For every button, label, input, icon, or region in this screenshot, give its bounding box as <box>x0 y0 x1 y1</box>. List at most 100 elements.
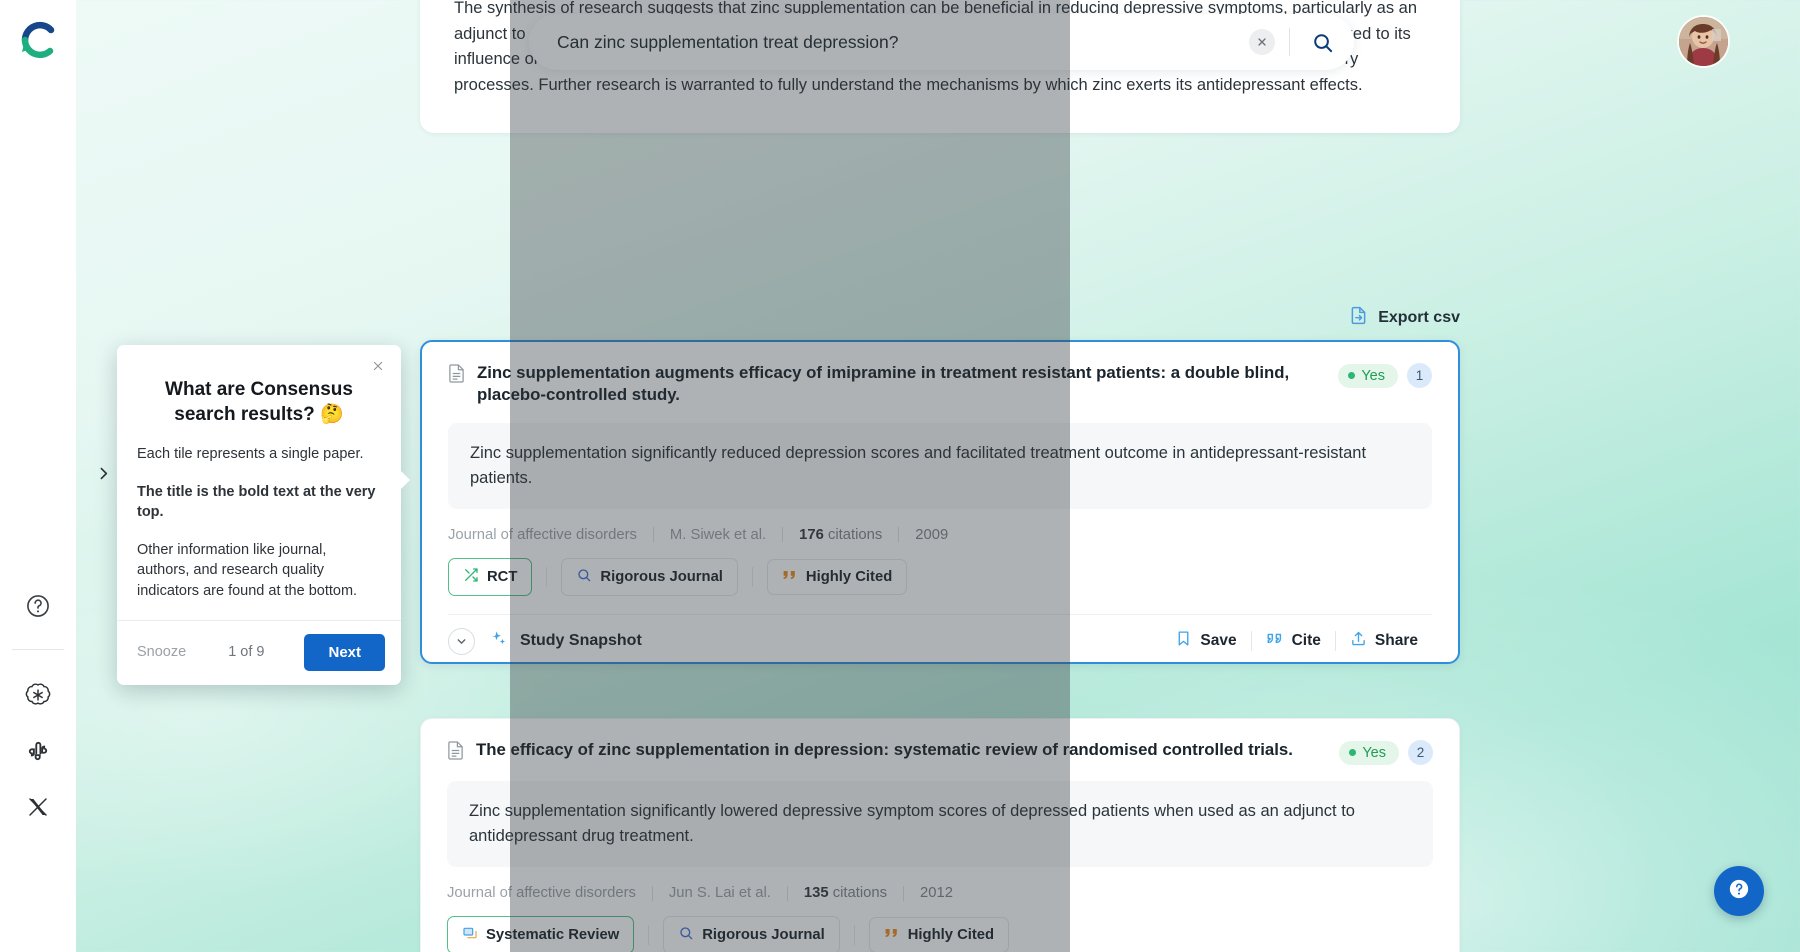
result-title[interactable]: Zinc supplementation augments efficacy o… <box>477 362 1326 407</box>
badge-divider <box>751 566 753 587</box>
document-icon <box>448 364 465 388</box>
quote-icon <box>884 926 900 944</box>
tooltip-step-counter: 1 of 9 <box>228 644 265 661</box>
meta-citations-count: 135 <box>803 885 829 902</box>
magnifier-icon <box>678 925 694 945</box>
layers-icon <box>462 925 478 945</box>
verdict-label: Yes <box>1361 367 1385 384</box>
badge-highly-cited[interactable]: Highly Cited <box>868 917 1010 952</box>
meta-authors: Jun S. Lai et al. <box>668 885 771 902</box>
badge-divider <box>546 566 548 587</box>
tooltip-body: What are Consensus search results? 🤔 Eac… <box>117 345 401 620</box>
snooze-button[interactable]: Snooze <box>137 644 186 660</box>
result-title[interactable]: The efficacy of zinc supplementation in … <box>476 739 1327 761</box>
card-divider <box>448 613 1432 615</box>
result-card[interactable]: Zinc supplementation augments efficacy o… <box>420 340 1460 664</box>
meta-citations-count: 176 <box>799 526 824 543</box>
meta-citations-word: citations <box>832 885 888 902</box>
study-snapshot-button[interactable]: Study Snapshot <box>520 632 642 650</box>
badge-systematic-review[interactable]: Systematic Review <box>447 916 635 952</box>
badge-label: Rigorous Journal <box>702 927 825 944</box>
meta-journal: Journal of affective disorders <box>447 885 636 902</box>
top-header <box>76 0 1800 84</box>
result-metadata: Journal of affective disorders Jun S. La… <box>447 885 1433 901</box>
badge-divider <box>648 925 650 946</box>
search-icon[interactable] <box>1290 14 1354 70</box>
result-verdict-group: Yes 2 <box>1339 740 1433 765</box>
tour-prev-chevron-icon[interactable] <box>90 460 116 486</box>
result-snippet: Zinc supplementation significantly lower… <box>447 781 1433 868</box>
badge-label: Highly Cited <box>907 927 995 944</box>
search-bar[interactable] <box>529 14 1354 70</box>
result-verdict-group: Yes 1 <box>1338 363 1432 388</box>
meta-citations: 176 citations <box>783 527 898 543</box>
badge-label: Systematic Review <box>486 927 620 944</box>
share-label: Share <box>1374 632 1418 650</box>
shuffle-icon <box>463 567 479 587</box>
consensus-logo-icon[interactable] <box>16 18 60 62</box>
meta-citations: 135 citations <box>788 885 903 901</box>
tooltip-paragraph: The title is the bold text at the very t… <box>137 483 376 521</box>
search-input[interactable] <box>529 31 1249 53</box>
export-csv-button[interactable]: Export csv <box>1348 305 1460 331</box>
result-header: The efficacy of zinc supplementation in … <box>447 739 1433 765</box>
result-snippet: Zinc supplementation significantly reduc… <box>448 422 1432 509</box>
x-twitter-icon[interactable] <box>23 792 53 822</box>
close-icon[interactable] <box>367 355 389 377</box>
file-export-icon <box>1348 305 1369 331</box>
next-button[interactable]: Next <box>304 633 385 671</box>
share-upload-icon <box>1350 630 1367 652</box>
badge-rigorous-journal[interactable]: Rigorous Journal <box>561 557 738 596</box>
card-action-buttons: Save Cite Share <box>1161 630 1432 652</box>
verdict-badge[interactable]: Yes <box>1338 363 1398 388</box>
help-fab-button[interactable] <box>1714 866 1764 916</box>
badge-label: RCT <box>487 568 518 585</box>
verdict-dot-icon <box>1348 372 1356 379</box>
cite-label: Cite <box>1291 632 1321 650</box>
magnifier-icon <box>576 567 592 587</box>
share-button[interactable]: Share <box>1336 630 1432 652</box>
quote-icon <box>1266 631 1284 651</box>
result-index-chip: 2 <box>1408 740 1433 765</box>
result-header: Zinc supplementation augments efficacy o… <box>448 362 1432 407</box>
slack-icon[interactable] <box>23 736 53 766</box>
result-index-chip: 1 <box>1407 363 1432 388</box>
sparkle-icon <box>489 629 508 653</box>
result-metadata: Journal of affective disorders M. Siwek … <box>448 527 1432 543</box>
sidebar-divider <box>12 649 64 650</box>
badge-divider <box>853 925 855 946</box>
meta-year: 2009 <box>915 526 949 543</box>
save-button[interactable]: Save <box>1161 630 1250 652</box>
badge-highly-cited[interactable]: Highly Cited <box>766 558 908 595</box>
meta-journal: Journal of affective disorders <box>448 526 637 543</box>
question-circle-icon[interactable] <box>23 591 53 621</box>
badge-label: Rigorous Journal <box>600 568 723 585</box>
chevron-down-icon[interactable] <box>448 627 475 655</box>
quote-icon <box>782 568 798 586</box>
question-mark-icon <box>1728 878 1750 905</box>
meta-citations-word: citations <box>827 526 883 543</box>
results-column: Cytokines Conclusion The synthesis of re… <box>420 0 1470 952</box>
user-avatar[interactable] <box>1679 17 1728 66</box>
verdict-badge[interactable]: Yes <box>1339 740 1399 765</box>
badge-rct[interactable]: RCT <box>448 557 533 596</box>
bookmark-icon <box>1175 630 1192 652</box>
result-card[interactable]: The efficacy of zinc supplementation in … <box>420 718 1460 952</box>
meta-authors: M. Siwek et al. <box>669 526 767 543</box>
meta-year: 2012 <box>920 885 953 902</box>
tooltip-paragraph: Other information like journal, authors,… <box>137 541 358 600</box>
verdict-dot-icon <box>1349 749 1357 756</box>
tooltip-footer: Snooze 1 of 9 Next <box>117 619 401 685</box>
tooltip-title: What are Consensus search results? 🤔 <box>165 379 353 426</box>
badge-label: Highly Cited <box>805 568 893 585</box>
result-quality-badges: RCT Rigorous Journal Highly Cited <box>448 557 1432 596</box>
badge-rigorous-journal[interactable]: Rigorous Journal <box>663 916 840 952</box>
openai-icon[interactable] <box>23 680 53 710</box>
clear-search-icon[interactable] <box>1249 29 1275 55</box>
verdict-label: Yes <box>1362 744 1386 761</box>
left-sidebar <box>0 0 76 952</box>
result-quality-badges: Systematic Review Rigorous Journal Highl… <box>447 916 1433 952</box>
save-label: Save <box>1200 632 1237 650</box>
cite-button[interactable]: Cite <box>1252 631 1335 651</box>
sidebar-bottom-group <box>0 591 76 822</box>
